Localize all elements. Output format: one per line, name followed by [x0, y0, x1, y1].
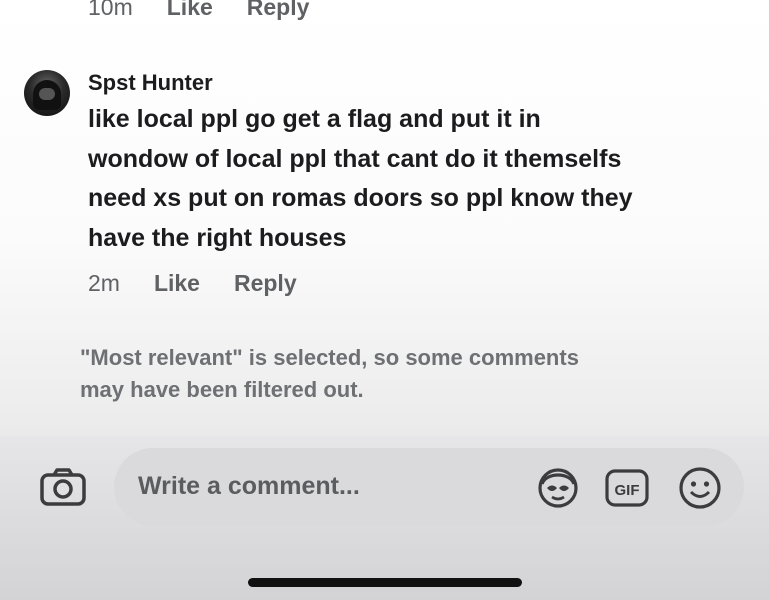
comment-text: like local ppl go get a flag and put it … [88, 100, 748, 258]
previous-comment-reply-button[interactable]: Reply [247, 0, 310, 21]
filter-notice: "Most relevant" is selected, so some com… [80, 342, 720, 406]
comment-time: 2m [88, 270, 120, 296]
comment-input-placeholder[interactable]: Write a comment... [138, 472, 360, 501]
comment-actions: 2m Like Reply [88, 270, 297, 297]
home-indicator[interactable] [248, 578, 522, 587]
previous-comment-like-button[interactable]: Like [167, 0, 213, 21]
avatar-sticker-icon[interactable] [536, 466, 580, 510]
avatar[interactable] [24, 70, 70, 116]
previous-comment-time: 10m [88, 0, 133, 20]
like-button[interactable]: Like [154, 270, 200, 297]
gif-icon[interactable]: GIF [604, 468, 650, 508]
filter-notice-line: may have been filtered out. [80, 377, 364, 402]
comment-line: have the right houses [88, 223, 347, 252]
comment-line: wondow of local ppl that cant do it them… [88, 144, 622, 173]
gif-icon-label: GIF [615, 482, 640, 499]
comment-line: need xs put on romas doors so ppl know t… [88, 184, 633, 212]
previous-comment-actions: 10m Like Reply [88, 0, 309, 21]
filter-notice-line: "Most relevant" is selected, so some com… [80, 345, 579, 370]
avatar-face-shape [39, 88, 55, 100]
comment-line: like local ppl go get a flag and put it … [88, 105, 541, 133]
emoji-icon[interactable] [678, 466, 722, 510]
comment-author[interactable]: Spst Hunter [88, 70, 213, 96]
camera-icon[interactable] [40, 468, 86, 506]
reply-button[interactable]: Reply [234, 270, 297, 297]
